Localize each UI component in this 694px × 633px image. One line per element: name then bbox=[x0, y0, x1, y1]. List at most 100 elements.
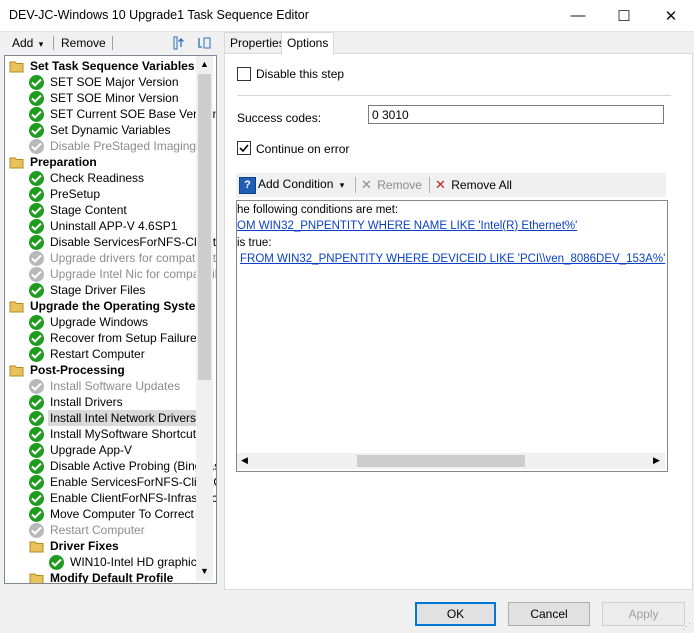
tree-step[interactable]: Disable Active Probing (Bing last) bbox=[5, 458, 216, 474]
tree-step[interactable]: Restart Computer bbox=[5, 522, 210, 538]
toolbar-separator bbox=[53, 36, 54, 50]
tree-step[interactable]: Upgrade drivers for compatibility bbox=[5, 250, 216, 266]
tree-item-label: Upgrade the Operating System bbox=[30, 299, 207, 313]
check-circle-icon bbox=[29, 91, 44, 106]
check-circle-icon bbox=[29, 203, 44, 218]
tree-item-label: Install Drivers bbox=[50, 395, 123, 409]
check-circle-icon bbox=[29, 187, 44, 202]
close-button[interactable]: ✕ bbox=[648, 0, 694, 31]
check-circle-icon bbox=[29, 347, 44, 362]
tree-scroll-thumb[interactable] bbox=[198, 74, 211, 380]
tree-step[interactable]: Install Intel Network Drivers bbox=[5, 410, 210, 426]
folder-icon bbox=[9, 363, 24, 378]
tree-step[interactable]: SET SOE Major Version bbox=[5, 74, 210, 90]
continue-on-error-checkbox[interactable] bbox=[237, 141, 251, 155]
tree-step[interactable]: Install Software Updates bbox=[5, 378, 210, 394]
tree-step[interactable]: Enable ServicesForNFS-ClientOnly bbox=[5, 474, 216, 490]
check-circle-icon bbox=[29, 107, 44, 122]
conditions-scroll-thumb[interactable] bbox=[357, 455, 525, 467]
move-down-icon[interactable] bbox=[196, 35, 212, 51]
tree-item-label: Check Readiness bbox=[50, 171, 145, 185]
tree-group[interactable]: Modify Default Profile bbox=[5, 570, 210, 583]
tree-step[interactable]: Move Computer To Correct AD OU bbox=[5, 506, 216, 522]
scroll-down-icon[interactable]: ▼ bbox=[200, 566, 209, 576]
tree-group[interactable]: Upgrade the Operating System bbox=[5, 298, 210, 314]
tree-step[interactable]: Upgrade Windows bbox=[5, 314, 210, 330]
cancel-button[interactable]: Cancel bbox=[508, 602, 590, 626]
move-up-icon[interactable] bbox=[172, 35, 188, 51]
disable-step-checkbox[interactable] bbox=[237, 67, 251, 81]
disabled-step-icon bbox=[29, 139, 44, 154]
tree-step[interactable]: Disable ServicesForNFS-Client bbox=[5, 234, 216, 250]
tree-step[interactable]: Upgrade App-V bbox=[5, 442, 210, 458]
tree-item-label: Upgrade drivers for compatibility bbox=[50, 251, 217, 265]
toolbar-separator bbox=[112, 36, 113, 50]
check-circle-icon bbox=[29, 459, 44, 474]
tree-step[interactable]: Stage Content bbox=[5, 202, 210, 218]
apply-button[interactable]: Apply bbox=[602, 602, 685, 626]
resize-grip-icon[interactable]: ⋰ bbox=[682, 621, 691, 632]
remove-all-label: Remove All bbox=[451, 178, 512, 192]
disabled-step-icon bbox=[29, 523, 44, 538]
remove-button[interactable]: Remove bbox=[58, 34, 109, 52]
remove-all-button[interactable]: ✕ Remove All bbox=[435, 177, 512, 193]
ok-button[interactable]: OK bbox=[415, 602, 496, 626]
tree-step[interactable]: Recover from Setup Failure bbox=[5, 330, 210, 346]
remove-condition-button[interactable]: ✕ Remove bbox=[361, 177, 422, 193]
tab-options[interactable]: Options bbox=[281, 32, 335, 55]
conditions-horizontal-scrollbar[interactable]: ◀ ▶ bbox=[237, 453, 665, 469]
delete-x-icon: ✕ bbox=[435, 177, 446, 192]
tree-group[interactable]: Driver Fixes bbox=[5, 538, 210, 554]
tree-item-label: Stage Content bbox=[50, 203, 127, 217]
tree-step[interactable]: Upgrade Intel Nic for compatibility bbox=[5, 266, 216, 282]
check-circle-icon bbox=[29, 427, 44, 442]
tree-step[interactable]: Install Drivers bbox=[5, 394, 210, 410]
add-menu-button[interactable]: Add ▾ bbox=[9, 34, 46, 52]
tree-step[interactable]: Check Readiness bbox=[5, 170, 210, 186]
condition-wmi-query-2[interactable]: FROM WIN32_PNPENTITY WHERE DEVICEID LIKE… bbox=[240, 253, 665, 265]
tree-group[interactable]: Post-Processing bbox=[5, 362, 210, 378]
condition-if-all[interactable]: he following conditions are met: bbox=[237, 204, 398, 216]
tree-step[interactable]: PreSetup bbox=[5, 186, 210, 202]
tree-step[interactable]: Restart Computer bbox=[5, 346, 210, 362]
delete-x-icon: ✕ bbox=[361, 177, 372, 192]
conditions-list[interactable]: he following conditions are met: OM WIN3… bbox=[236, 200, 668, 472]
tree-item-label: Install MySoftware Shortcut bbox=[50, 427, 197, 441]
disabled-step-icon bbox=[29, 379, 44, 394]
check-circle-icon bbox=[29, 283, 44, 298]
scroll-up-icon[interactable]: ▲ bbox=[200, 59, 209, 69]
remove-condition-label: Remove bbox=[377, 178, 422, 192]
success-codes-input[interactable] bbox=[368, 105, 664, 124]
maximize-button[interactable]: ☐ bbox=[601, 0, 647, 31]
tree-step[interactable]: Enable ClientForNFS-Infrastructure bbox=[5, 490, 216, 506]
tree-step[interactable]: Set Dynamic Variables bbox=[5, 122, 210, 138]
task-sequence-tree[interactable]: Set Task Sequence Variables SET SOE Major… bbox=[4, 55, 217, 584]
add-label: Add bbox=[12, 36, 34, 50]
tree-group[interactable]: Set Task Sequence Variables bbox=[5, 58, 210, 74]
tree-item-label: Upgrade Windows bbox=[50, 315, 149, 329]
chevron-down-icon: ▾ bbox=[339, 180, 345, 190]
minimize-button[interactable]: — bbox=[555, 0, 601, 31]
tree-step[interactable]: SET SOE Minor Version bbox=[5, 90, 210, 106]
tree-item-label: Enable ServicesForNFS-ClientOnly bbox=[50, 475, 216, 489]
scroll-right-icon[interactable]: ▶ bbox=[653, 455, 660, 466]
tree-step[interactable]: Uninstall APP-V 4.6SP1 bbox=[5, 218, 210, 234]
disabled-step-icon bbox=[29, 251, 44, 266]
add-condition-button[interactable]: Add Condition ▾ bbox=[258, 177, 344, 191]
tree-step[interactable]: Stage Driver Files bbox=[5, 282, 210, 298]
tree-item-label: Install Intel Network Drivers bbox=[48, 410, 199, 426]
scroll-left-icon[interactable]: ◀ bbox=[241, 455, 248, 466]
tree-item-label: Restart Computer bbox=[50, 347, 145, 361]
check-circle-icon bbox=[29, 75, 44, 90]
tree-step[interactable]: Disable PreStaged Imaging bbox=[5, 138, 210, 154]
condition-if-any[interactable]: is true: bbox=[237, 237, 272, 249]
tree-item-label: Upgrade App-V bbox=[50, 443, 133, 457]
folder-icon bbox=[9, 59, 24, 74]
tree-group[interactable]: Preparation bbox=[5, 154, 210, 170]
add-condition-label: Add Condition bbox=[258, 177, 334, 191]
condition-wmi-query-1[interactable]: OM WIN32_PNPENTITY WHERE NAME LIKE 'Inte… bbox=[237, 220, 577, 232]
tree-step[interactable]: WIN10-Intel HD graphics 5 bbox=[5, 554, 213, 570]
tree-step[interactable]: SET Current SOE Base Version bbox=[5, 106, 216, 122]
tree-item-label: Enable ClientForNFS-Infrastructure bbox=[50, 491, 217, 505]
tree-step[interactable]: Install MySoftware Shortcut bbox=[5, 426, 210, 442]
